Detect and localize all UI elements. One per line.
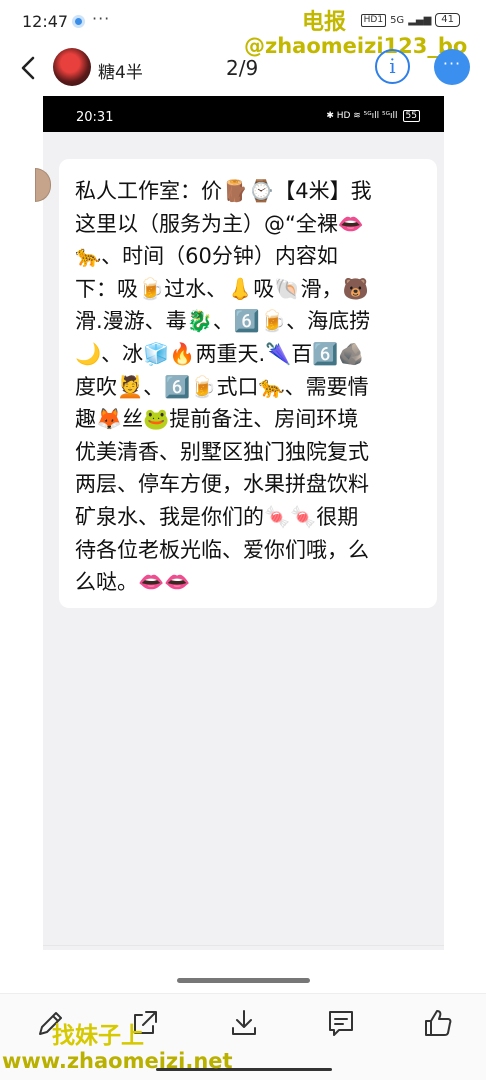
watermark-top-title: 电报: [302, 10, 347, 35]
inner-battery-icon: 55: [402, 110, 420, 122]
message-line: 这里以（服务为主）@“全裸👄: [75, 211, 365, 236]
inner-status-bar: 20:31 ✱ HD ≋ ⁵ᴳıll ⁵ᴳıll 55: [43, 96, 444, 132]
signal-icon: 5G: [390, 14, 405, 26]
like-icon[interactable]: [421, 1006, 455, 1040]
message-line: 私人工作室：价🪵⌚【4米】我: [75, 179, 372, 203]
message-line: 矿泉水、我是你们的🍬🍬很期: [75, 504, 359, 529]
home-indicator[interactable]: [177, 978, 310, 983]
message-line: 下：吸🍺过水、👃吸🐚滑，🐻: [75, 276, 369, 301]
page-indicator: 2/9: [226, 56, 259, 80]
message-line: 滑.漫游、毒🐉、6️⃣🍺、海底捞: [75, 309, 371, 334]
message-line: 趣🦊丝🐸提前备注、房间环境: [75, 407, 359, 432]
divider: [43, 945, 444, 946]
signal-bars-icon: ▂▄▆: [408, 14, 432, 26]
download-icon[interactable]: [227, 1006, 261, 1040]
message-line: 🐆、时间（60分钟）内容如: [75, 244, 338, 269]
chat-bubble: 私人工作室：价🪵⌚【4米】我 这里以（服务为主）@“全裸👄 🐆、时间（60分钟）…: [59, 159, 437, 608]
sender-avatar: [35, 168, 51, 202]
status-time: 12:47: [22, 12, 69, 31]
watermark-bottom-url: www.zhaomeizi.net: [2, 1049, 233, 1073]
screenshot-image[interactable]: 20:31 ✱ HD ≋ ⁵ᴳıll ⁵ᴳıll 55 私人工作室：价🪵⌚【4米…: [35, 96, 444, 950]
hd-icon: HD1: [360, 13, 387, 27]
user-name[interactable]: 糖4半: [98, 58, 143, 83]
back-icon[interactable]: [16, 54, 42, 82]
info-button[interactable]: i: [375, 49, 410, 84]
more-button[interactable]: ···: [434, 49, 470, 85]
battery-icon: 41: [435, 13, 460, 27]
message-line: 两层、停车方便，水果拼盘饮料: [75, 472, 369, 497]
inner-status-time: 20:31: [76, 110, 114, 125]
inner-status-icons: ✱ HD ≋ ⁵ᴳıll ⁵ᴳıll 55: [326, 110, 420, 122]
message-line: 么哒。👄👄: [75, 570, 191, 595]
avatar[interactable]: [53, 48, 91, 86]
message-line: 优美清香、别墅区独门独院复式: [75, 439, 369, 464]
message-line: 度吹💆、6️⃣🍺式口🐆、需要情: [75, 374, 369, 399]
watermark-bottom-title: 找妹子上: [52, 1023, 144, 1049]
viewer-header: 糖4半 2/9 i ···: [0, 44, 486, 94]
inner-signal-icons: ✱ HD ≋ ⁵ᴳıll ⁵ᴳıll: [326, 111, 398, 121]
comment-icon[interactable]: [324, 1006, 358, 1040]
app-notification-icon: [72, 15, 85, 28]
message-line: 待各位老板光临、爱你们哦，么: [75, 537, 369, 562]
message-line: 🌙、冰🧊🔥两重天.🌂百6️⃣🪨: [75, 341, 365, 366]
more-notifications-icon: ···: [92, 9, 111, 28]
message-text: 私人工作室：价🪵⌚【4米】我 这里以（服务为主）@“全裸👄 🐆、时间（60分钟）…: [75, 175, 423, 599]
status-icons: HD1 5G ▂▄▆ 41: [360, 13, 460, 27]
